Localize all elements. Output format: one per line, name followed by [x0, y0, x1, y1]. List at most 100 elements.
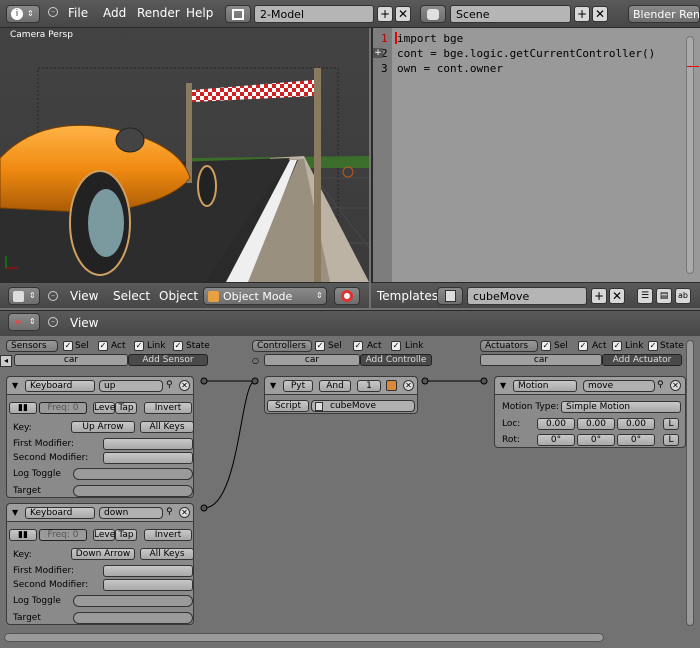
loc-x-field[interactable]: 0.00 — [537, 418, 575, 430]
layout-type-button[interactable] — [225, 5, 251, 23]
unlink-text-button[interactable]: ✕ — [609, 288, 625, 304]
horizontal-scrollbar[interactable] — [4, 633, 604, 642]
word-wrap-toggle[interactable]: ▤ — [656, 288, 672, 304]
act-label: Act — [367, 341, 382, 351]
close-icon[interactable]: ✕ — [403, 380, 414, 391]
state-dot-icon[interactable]: ○ — [252, 356, 259, 365]
viewport-shading-button[interactable] — [334, 287, 360, 305]
rot-local-toggle[interactable]: L — [663, 434, 679, 446]
act-label: Act — [592, 341, 607, 351]
menu-view[interactable]: View — [70, 289, 98, 303]
rot-x-field[interactable]: 0° — [537, 434, 575, 446]
actuator-name-field[interactable]: move — [583, 380, 655, 392]
pin-icon[interactable]: ⚲ — [657, 380, 664, 390]
new-text-button[interactable]: + — [591, 288, 607, 304]
chevron-updown-icon: ⇕ — [316, 291, 323, 300]
script-mode-select[interactable]: Script — [267, 400, 309, 412]
controller-panel: ▼ Pyt And 1 ✕ Script cubeMove — [264, 376, 418, 414]
text-header: Templates cubeMove + ✕ ☰ ▤ ab — [371, 282, 700, 308]
menu-add[interactable]: Add — [103, 6, 126, 20]
collapse-icon[interactable]: – — [48, 317, 58, 327]
top-header: i ⇕ – File Add Render Help 2-Model + ✕ S… — [0, 0, 700, 28]
rot-z-field[interactable]: 0° — [617, 434, 655, 446]
syntax-highlight-toggle[interactable]: ab — [675, 288, 691, 304]
collapse-icon[interactable]: – — [48, 7, 58, 17]
delete-scene-button[interactable]: ✕ — [592, 6, 608, 22]
menu-templates[interactable]: Templates — [377, 289, 438, 303]
actuators-state-checkbox[interactable]: ✓ — [648, 341, 658, 351]
object-mode-icon — [208, 291, 219, 302]
actuators-object-field[interactable]: car — [480, 354, 602, 366]
menu-object[interactable]: Object — [159, 289, 198, 303]
motion-type-select[interactable]: Simple Motion — [561, 401, 681, 413]
render-engine-select[interactable]: Blender Rend — [628, 5, 700, 23]
text-file-name[interactable]: cubeMove — [467, 287, 587, 305]
loc-z-field[interactable]: 0.00 — [617, 418, 655, 430]
mode-select[interactable]: Object Mode ⇕ — [203, 287, 327, 305]
line-numbers-toggle[interactable]: ☰ — [637, 288, 653, 304]
text-file-icon — [315, 402, 323, 411]
layout-icon — [232, 9, 244, 20]
loc-y-field[interactable]: 0.00 — [577, 418, 615, 430]
state-number-field[interactable]: 1 — [357, 380, 381, 392]
state-label: State — [660, 341, 684, 351]
editor-type-button[interactable]: i ⇕ — [6, 5, 40, 23]
triangle-down-icon[interactable]: ▼ — [500, 381, 506, 390]
actuators-link-checkbox[interactable]: ✓ — [612, 341, 622, 351]
close-icon[interactable]: ✕ — [670, 380, 681, 391]
loc-local-toggle[interactable]: L — [663, 418, 679, 430]
controllers-act-checkbox[interactable]: ✓ — [353, 341, 363, 351]
controllers-link-checkbox[interactable]: ✓ — [391, 341, 401, 351]
controllers-object-field[interactable]: car — [264, 354, 360, 366]
expand-icon[interactable]: + — [373, 48, 383, 58]
layout-name-field[interactable]: 2-Model — [254, 5, 374, 23]
code-line[interactable]: import bge — [397, 32, 463, 45]
controllers-dropdown[interactable]: Controllers — [252, 340, 312, 352]
actuators-sel-checkbox[interactable]: ✓ — [541, 341, 551, 351]
menu-view[interactable]: View — [70, 316, 98, 330]
text-scrollbar[interactable] — [686, 36, 694, 274]
actuators-dropdown[interactable]: Actuators — [480, 340, 538, 352]
script-file-field[interactable]: cubeMove — [311, 400, 415, 412]
actuator-type-select[interactable]: Motion — [513, 380, 577, 392]
sel-label: Sel — [328, 341, 342, 351]
delete-layout-button[interactable]: ✕ — [395, 6, 411, 22]
rot-label: Rot: — [502, 435, 520, 445]
editor-type-button[interactable]: ✦ ⇕ — [8, 313, 40, 331]
scene-type-button[interactable] — [420, 5, 446, 23]
add-actuator-button[interactable]: Add Actuator — [602, 354, 682, 366]
text-editor[interactable]: 1 2 3 import bge cont = bge.logic.getCur… — [371, 28, 700, 282]
text-datablock-button[interactable] — [437, 287, 463, 305]
add-scene-button[interactable]: + — [574, 6, 590, 22]
text-file-icon — [445, 290, 456, 302]
motion-type-label: Motion Type: — [502, 402, 560, 412]
controller-type-select[interactable]: Pyt — [283, 380, 313, 392]
code-line[interactable]: cont = bge.logic.getCurrentController() — [397, 47, 655, 60]
3d-viewport[interactable]: Camera Persp — [0, 28, 369, 282]
add-layout-button[interactable]: + — [377, 6, 393, 22]
rot-y-field[interactable]: 0° — [577, 434, 615, 446]
scene-name-field[interactable]: Scene — [450, 5, 571, 23]
actuators-act-checkbox[interactable]: ✓ — [578, 341, 588, 351]
menu-help[interactable]: Help — [186, 6, 213, 20]
logic-editor[interactable]: Sensors ✓ Sel ✓ Act ✓ Link ✓ State ◂ car… — [0, 336, 700, 648]
triangle-down-icon[interactable]: ▼ — [270, 381, 276, 390]
editor-type-button[interactable]: ⇕ — [8, 287, 40, 305]
chevron-updown-icon: ⇕ — [29, 291, 36, 300]
menu-file[interactable]: File — [68, 6, 88, 20]
viewport-header: ⇕ – View Select Object Object Mode ⇕ — [0, 282, 369, 308]
vertical-scrollbar[interactable] — [686, 340, 694, 626]
priority-icon[interactable] — [386, 380, 397, 391]
mode-label: Object Mode — [223, 290, 293, 303]
cube-icon — [13, 291, 24, 302]
viewport-scene — [0, 28, 369, 282]
add-controller-button[interactable]: Add Controlle — [360, 354, 432, 366]
actuator-panel: ▼ Motion move ⚲ ✕ Motion Type: Simple Mo… — [494, 376, 686, 448]
controllers-sel-checkbox[interactable]: ✓ — [315, 341, 325, 351]
code-line[interactable]: own = cont.owner — [397, 62, 503, 75]
controller-name-field[interactable]: And — [319, 380, 351, 392]
menu-select[interactable]: Select — [113, 289, 150, 303]
menu-render[interactable]: Render — [137, 6, 180, 20]
collapse-icon[interactable]: – — [48, 291, 58, 301]
joystick-icon: ✦ — [13, 316, 23, 329]
